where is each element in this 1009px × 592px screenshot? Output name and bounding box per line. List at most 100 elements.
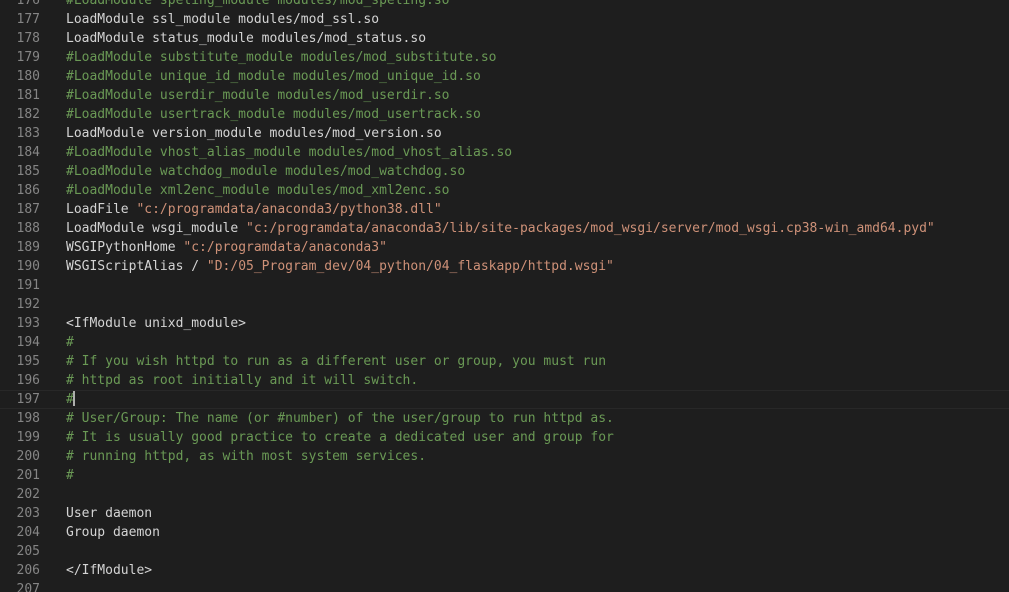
line-content[interactable]: LoadFile "c:/programdata/anaconda3/pytho…: [66, 200, 442, 219]
code-line[interactable]: 200 # running httpd, as with most system …: [0, 447, 1009, 466]
code-line[interactable]: 187 LoadFile "c:/programdata/anaconda3/py…: [0, 200, 1009, 219]
line-number: 198: [16, 411, 40, 426]
line-number: 192: [16, 297, 40, 312]
code-line[interactable]: 204 Group daemon: [0, 523, 1009, 542]
line-content[interactable]: #LoadModule usertrack_module modules/mod…: [66, 105, 481, 124]
code-line[interactable]: 199 # It is usually good practice to crea…: [0, 428, 1009, 447]
line-number: 178: [16, 31, 40, 46]
comment-token: #LoadModule speling_module modules/mod_s…: [66, 0, 450, 8]
line-content[interactable]: #: [66, 333, 74, 352]
line-number: 207: [16, 582, 40, 592]
plain-token: LoadModule ssl_module modules/mod_ssl.so: [66, 12, 380, 27]
code-line[interactable]: 179 #LoadModule substitute_module modules…: [0, 48, 1009, 67]
code-line[interactable]: 183 LoadModule version_module modules/mod…: [0, 124, 1009, 143]
code-line[interactable]: 182 #LoadModule usertrack_module modules/…: [0, 105, 1009, 124]
line-content[interactable]: #LoadModule speling_module modules/mod_s…: [66, 0, 450, 10]
line-content[interactable]: # It is usually good practice to create …: [66, 428, 614, 447]
line-number: 203: [16, 506, 40, 521]
code-line[interactable]: 186 #LoadModule xml2enc_module modules/mo…: [0, 181, 1009, 200]
line-number: 183: [16, 126, 40, 141]
comment-token: #: [66, 468, 74, 483]
code-editor[interactable]: 176 #LoadModule speling_module modules/mo…: [0, 0, 1009, 592]
code-line[interactable]: 188 LoadModule wsgi_module "c:/programdat…: [0, 219, 1009, 238]
line-content[interactable]: #: [66, 390, 75, 409]
line-content[interactable]: LoadModule status_module modules/mod_sta…: [66, 29, 426, 48]
code-line[interactable]: 180 #LoadModule unique_id_module modules/…: [0, 67, 1009, 86]
comment-token: #LoadModule unique_id_module modules/mod…: [66, 69, 481, 84]
code-line[interactable]: 198 # User/Group: The name (or #number) o…: [0, 409, 1009, 428]
line-content[interactable]: WSGIPythonHome "c:/programdata/anaconda3…: [66, 238, 387, 257]
line-content[interactable]: #LoadModule xml2enc_module modules/mod_x…: [66, 181, 450, 200]
code-line[interactable]: 197 #: [0, 390, 1009, 409]
line-number: 181: [16, 88, 40, 103]
line-content[interactable]: #LoadModule substitute_module modules/mo…: [66, 48, 496, 67]
code-line[interactable]: 207: [0, 580, 1009, 592]
plain-token: LoadFile: [66, 202, 137, 217]
line-number: 196: [16, 373, 40, 388]
string-token: "c:/programdata/anaconda3/python38.dll": [136, 202, 442, 217]
line-number: 193: [16, 316, 40, 331]
code-line[interactable]: 181 #LoadModule userdir_module modules/mo…: [0, 86, 1009, 105]
line-content[interactable]: #LoadModule watchdog_module modules/mod_…: [66, 162, 465, 181]
code-line[interactable]: 176 #LoadModule speling_module modules/mo…: [0, 0, 1009, 10]
comment-token: #: [66, 335, 74, 350]
plain-token: LoadModule version_module modules/mod_ve…: [66, 126, 442, 141]
line-content[interactable]: </IfModule>: [66, 561, 152, 580]
code-line[interactable]: 192: [0, 295, 1009, 314]
code-line[interactable]: 190 WSGIScriptAlias / "D:/05_Program_dev/…: [0, 257, 1009, 276]
code-line[interactable]: 185 #LoadModule watchdog_module modules/m…: [0, 162, 1009, 181]
line-content[interactable]: LoadModule wsgi_module "c:/programdata/a…: [66, 219, 935, 238]
line-number: 179: [16, 50, 40, 65]
comment-token: #LoadModule substitute_module modules/mo…: [66, 50, 497, 65]
code-line[interactable]: 196 # httpd as root initially and it will…: [0, 371, 1009, 390]
line-content[interactable]: #: [66, 466, 74, 485]
code-line[interactable]: 201 #: [0, 466, 1009, 485]
line-number: 187: [16, 202, 40, 217]
line-content[interactable]: WSGIScriptAlias / "D:/05_Program_dev/04_…: [66, 257, 614, 276]
line-content[interactable]: <IfModule unixd_module>: [66, 314, 246, 333]
line-content[interactable]: # running httpd, as with most system ser…: [66, 447, 426, 466]
line-content[interactable]: LoadModule ssl_module modules/mod_ssl.so: [66, 10, 379, 29]
line-number: 184: [16, 145, 40, 160]
comment-token: #LoadModule userdir_module modules/mod_u…: [66, 88, 450, 103]
line-content[interactable]: #LoadModule vhost_alias_module modules/m…: [66, 143, 512, 162]
line-number: 195: [16, 354, 40, 369]
code-line[interactable]: 177 LoadModule ssl_module modules/mod_ssl…: [0, 10, 1009, 29]
line-number: 185: [16, 164, 40, 179]
line-number: 182: [16, 107, 40, 122]
comment-token: # User/Group: The name (or #number) of t…: [66, 411, 614, 426]
code-line[interactable]: 203 User daemon: [0, 504, 1009, 523]
line-content[interactable]: LoadModule version_module modules/mod_ve…: [66, 124, 442, 143]
line-number: 189: [16, 240, 40, 255]
line-content[interactable]: # User/Group: The name (or #number) of t…: [66, 409, 614, 428]
line-content[interactable]: #LoadModule userdir_module modules/mod_u…: [66, 86, 450, 105]
string-token: "D:/05_Program_dev/04_python/04_flaskapp…: [206, 259, 614, 274]
line-number: 199: [16, 430, 40, 445]
line-content[interactable]: User daemon: [66, 504, 152, 523]
code-line[interactable]: 191: [0, 276, 1009, 295]
line-content[interactable]: #LoadModule unique_id_module modules/mod…: [66, 67, 481, 86]
code-line[interactable]: 195 # If you wish httpd to run as a diffe…: [0, 352, 1009, 371]
line-content[interactable]: Group daemon: [66, 523, 160, 542]
line-content[interactable]: # httpd as root initially and it will sw…: [66, 371, 418, 390]
comment-token: # httpd as root initially and it will sw…: [66, 373, 419, 388]
code-line[interactable]: 194 #: [0, 333, 1009, 352]
plain-token: WSGIPythonHome: [66, 240, 184, 255]
code-line[interactable]: 205: [0, 542, 1009, 561]
code-line[interactable]: 202: [0, 485, 1009, 504]
line-content[interactable]: # If you wish httpd to run as a differen…: [66, 352, 606, 371]
code-line[interactable]: 193 <IfModule unixd_module>: [0, 314, 1009, 333]
code-line[interactable]: 206 </IfModule>: [0, 561, 1009, 580]
comment-token: # If you wish httpd to run as a differen…: [66, 354, 607, 369]
line-number: 197: [16, 392, 40, 407]
line-number: 201: [16, 468, 40, 483]
line-number: 194: [16, 335, 40, 350]
code-line[interactable]: 178 LoadModule status_module modules/mod_…: [0, 29, 1009, 48]
plain-token: </IfModule>: [66, 563, 153, 578]
code-line[interactable]: 184 #LoadModule vhost_alias_module module…: [0, 143, 1009, 162]
code-lines: 176 #LoadModule speling_module modules/mo…: [0, 0, 1009, 592]
plain-token: Group daemon: [66, 525, 160, 540]
line-number: 200: [16, 449, 40, 464]
code-line[interactable]: 189 WSGIPythonHome "c:/programdata/anacon…: [0, 238, 1009, 257]
plain-token: WSGIScriptAlias /: [66, 259, 207, 274]
